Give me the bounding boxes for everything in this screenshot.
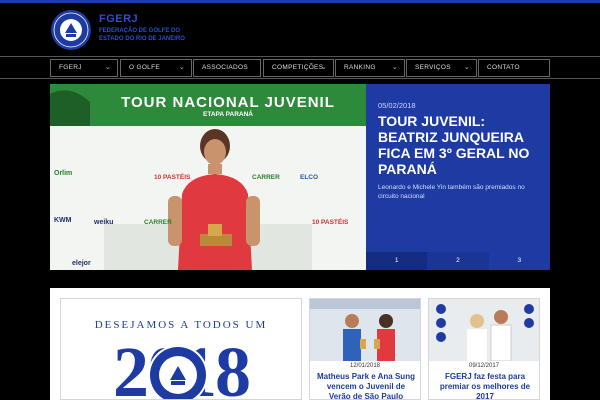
slide-button-2[interactable]: 2 bbox=[427, 252, 489, 270]
brand-name[interactable]: FGERJ bbox=[99, 13, 138, 25]
sponsor-logo: CARRER bbox=[144, 219, 172, 226]
nav-item-label: COMPETIÇÕES bbox=[272, 64, 324, 71]
news-card[interactable]: 12/01/2018 Matheus Park e Ana Sung vence… bbox=[309, 298, 421, 400]
news-image[interactable] bbox=[429, 299, 539, 361]
chevron-down-icon: ⌄ bbox=[320, 64, 327, 71]
nav-item-label: CONTATO bbox=[487, 64, 520, 71]
photo-subbanner-text: ETAPA PARANÁ bbox=[203, 111, 253, 118]
sponsor-logo: CARRER bbox=[252, 174, 280, 181]
sponsor-logo: elejor bbox=[72, 260, 91, 267]
nav-item-label: FGERJ bbox=[59, 64, 82, 71]
sponsor-logo: KWM bbox=[54, 217, 72, 224]
news-image[interactable] bbox=[310, 299, 420, 361]
new-year-wish: DESEJAMOS A TODOS UM bbox=[94, 319, 268, 331]
brand-subtitle: FEDERAÇÃO DE GOLFE DO ESTADO DO RIO DE J… bbox=[99, 28, 185, 42]
chevron-down-icon: ⌄ bbox=[391, 64, 398, 71]
slide-button-3[interactable]: 3 bbox=[489, 252, 550, 270]
news-title[interactable]: Matheus Park e Ana Sung vencem o Juvenil… bbox=[316, 372, 416, 399]
news-section: DESEJAMOS A TODOS UM 2018 12/01/2018 Mat bbox=[50, 288, 550, 400]
hero-date: 05/02/2018 bbox=[378, 101, 416, 110]
main-nav: FGERJ ⌄ O GOLFE ⌄ ASSOCIADOS COMPETIÇÕES… bbox=[0, 56, 600, 79]
news-card[interactable]: 09/12/2017 FGERJ faz festa para premiar … bbox=[428, 298, 540, 400]
sponsor-logo: ELCO bbox=[300, 174, 319, 181]
hero-photo[interactable]: TOUR NACIONAL JUVENIL ETAPA PARANÁ Orlim… bbox=[50, 84, 366, 270]
fgerj-seal-icon bbox=[148, 345, 208, 399]
sponsor-logo: 10 PASTÉIS bbox=[154, 174, 191, 181]
chevron-down-icon: ⌄ bbox=[463, 64, 470, 71]
chevron-down-icon: ⌄ bbox=[104, 64, 111, 71]
slide-button-1[interactable]: 1 bbox=[366, 252, 428, 270]
slider-pagination: 1 2 3 bbox=[366, 252, 550, 270]
hero-caption-panel[interactable]: 05/02/2018 TOUR JUVENIL: BEATRIZ JUNQUEI… bbox=[366, 84, 550, 270]
news-date: 12/01/2018 bbox=[349, 363, 381, 369]
nav-item-fgerj[interactable]: FGERJ ⌄ bbox=[50, 59, 118, 77]
nav-item-label: O GOLFE bbox=[129, 64, 160, 71]
chevron-down-icon: ⌄ bbox=[178, 64, 185, 71]
nav-item-label: RANKING bbox=[344, 64, 376, 71]
nav-item-servicos[interactable]: SERVIÇOS ⌄ bbox=[406, 59, 477, 77]
hero-description: Leonardo e Michele Yin também são premia… bbox=[378, 184, 525, 200]
hero-slider: TOUR NACIONAL JUVENIL ETAPA PARANÁ Orlim… bbox=[50, 84, 550, 270]
new-year-card[interactable]: DESEJAMOS A TODOS UM 2018 bbox=[60, 298, 302, 400]
news-title[interactable]: FGERJ faz festa para premiar os melhores… bbox=[435, 372, 535, 399]
fgerj-logo-icon[interactable] bbox=[50, 9, 92, 51]
nav-item-ranking[interactable]: RANKING ⌄ bbox=[335, 59, 405, 77]
photo-banner-text: TOUR NACIONAL JUVENIL bbox=[121, 94, 335, 111]
top-accent-line bbox=[0, 0, 600, 3]
sponsor-logo: Orlim bbox=[54, 170, 73, 177]
sponsor-logo: 10 PASTÉIS bbox=[312, 219, 349, 226]
news-date: 09/12/2017 bbox=[468, 363, 500, 369]
sponsor-logo: weiku bbox=[94, 219, 114, 226]
nav-item-contato[interactable]: CONTATO bbox=[478, 59, 550, 77]
nav-item-o-golfe[interactable]: O GOLFE ⌄ bbox=[120, 59, 192, 77]
nav-item-competicoes[interactable]: COMPETIÇÕES ⌄ bbox=[263, 59, 334, 77]
nav-item-label: ASSOCIADOS bbox=[202, 64, 248, 71]
hero-title[interactable]: TOUR JUVENIL: BEATRIZ JUNQUEIRA FICA EM … bbox=[378, 113, 543, 177]
nav-item-label: SERVIÇOS bbox=[415, 64, 451, 71]
nav-item-associados[interactable]: ASSOCIADOS bbox=[193, 59, 261, 77]
